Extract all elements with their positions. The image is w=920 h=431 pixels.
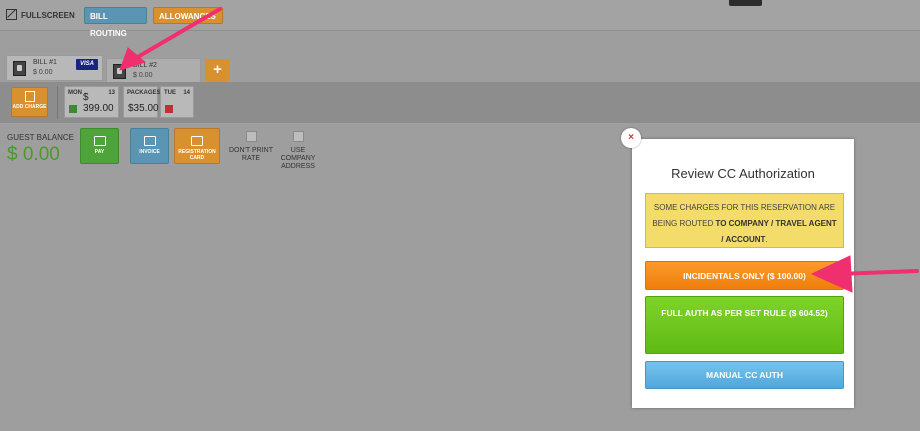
- annotation-arrow-icon: [119, 7, 222, 71]
- annotation-arrow-icon: [810, 255, 919, 293]
- annotation-arrows: [119, 7, 919, 293]
